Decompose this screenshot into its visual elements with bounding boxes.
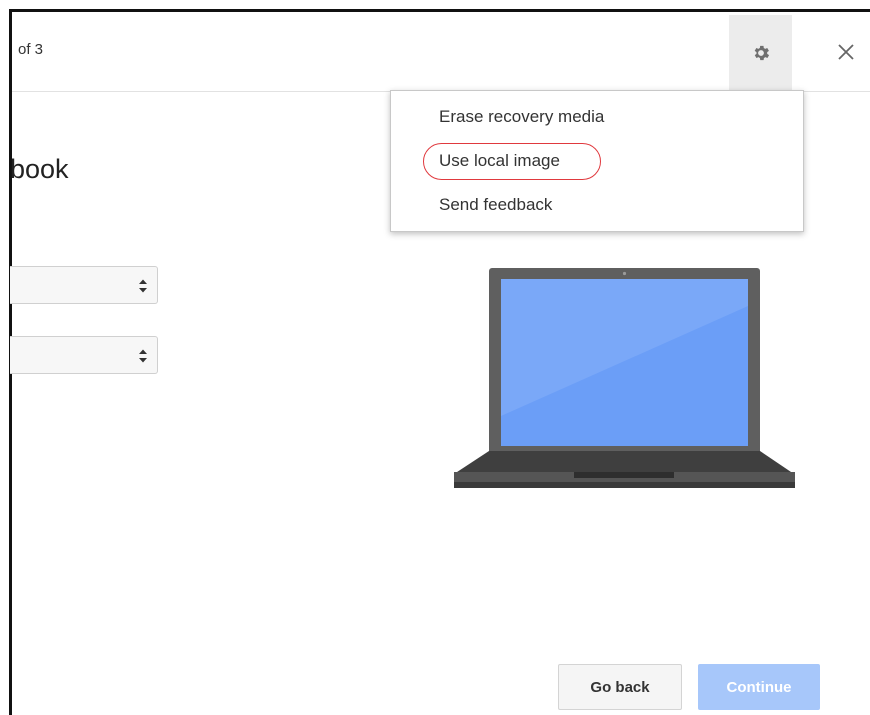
gear-icon [754,45,769,61]
product-select[interactable] [10,336,158,374]
step-indicator: of 3 [18,41,44,58]
chromebook-laptop-illustration [454,268,795,488]
settings-menu: Erase recovery media Use local image Sen… [390,90,804,232]
manufacturer-select[interactable] [10,266,158,304]
close-icon [838,44,854,60]
page-title: book [10,154,69,184]
updown-arrows-icon [139,349,147,363]
continue-button[interactable]: Continue [698,664,820,710]
menu-item-send-feedback[interactable]: Send feedback [439,195,552,215]
menu-item-use-local-image[interactable]: Use local image [439,151,560,171]
menu-item-erase-recovery-media[interactable]: Erase recovery media [439,107,604,127]
close-button[interactable] [830,36,862,68]
go-back-button[interactable]: Go back [558,664,682,710]
settings-button[interactable] [729,15,792,91]
dialog-header: of 3 [12,12,870,92]
updown-arrows-icon [139,279,147,293]
